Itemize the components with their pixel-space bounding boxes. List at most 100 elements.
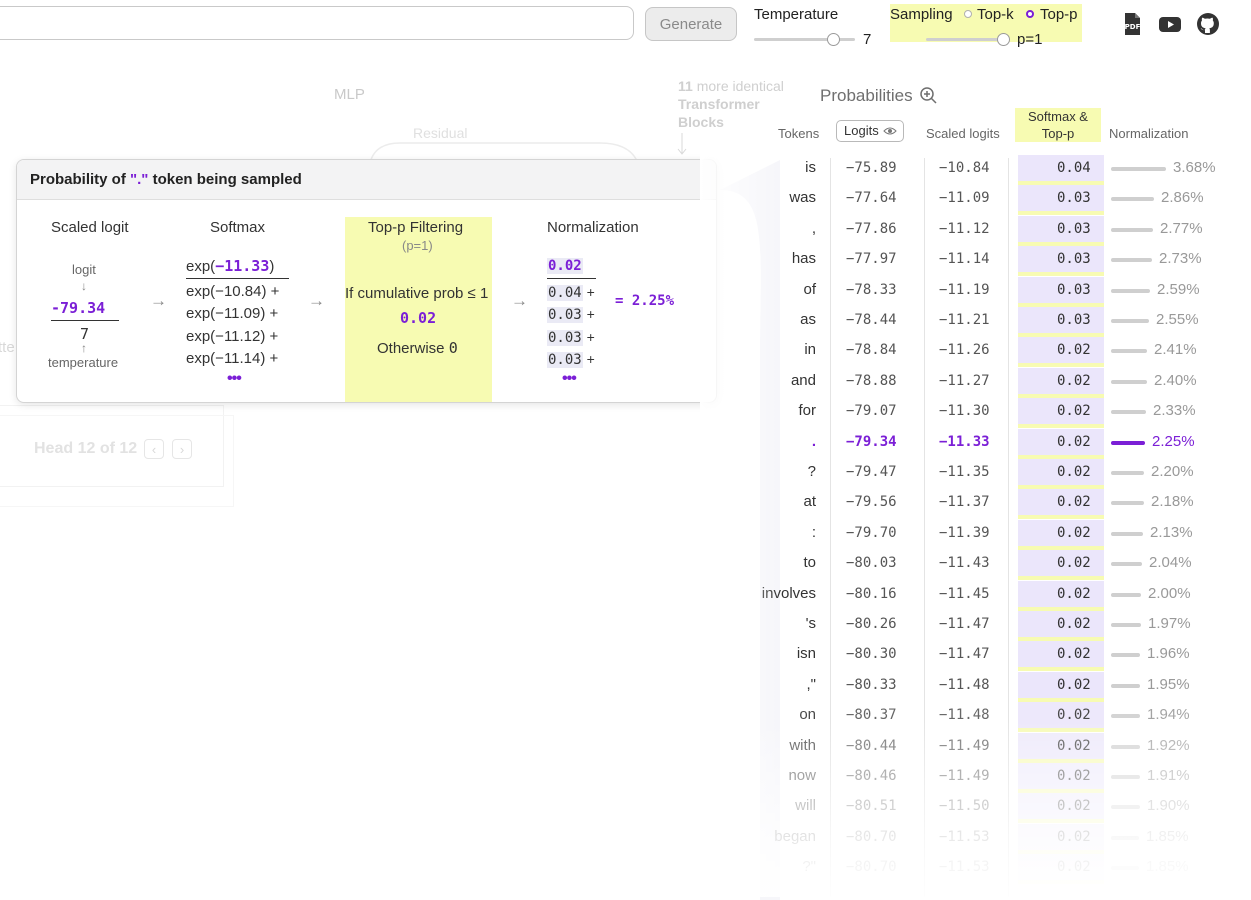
probability-row[interactable]: 's −80.26 −11.47 0.02 1.97% — [700, 611, 1240, 641]
temperature-label: temperature — [48, 355, 119, 370]
probability-percent: 3.68% — [1173, 159, 1216, 176]
token-cell: for — [798, 402, 816, 420]
sampling-label: Sampling — [890, 6, 953, 23]
token-cell: ," — [806, 675, 817, 693]
probability-percent: 2.86% — [1161, 189, 1204, 207]
topp-label[interactable]: Top-p — [1040, 6, 1078, 23]
eye-icon — [883, 127, 897, 135]
token-cell: . — [811, 432, 816, 450]
topk-radio[interactable] — [964, 10, 972, 18]
probability-row[interactable]: at −79.56 −11.37 0.02 2.18% — [700, 489, 1240, 520]
scaled-logit-cell: −11.30 — [939, 403, 990, 420]
scaled-logit-cell: −11.45 — [939, 585, 990, 602]
probability-row[interactable]: will −80.51 −11.50 0.02 1.90% — [700, 793, 1240, 824]
softmax-value: 0.02 — [1057, 676, 1091, 693]
softmax-cell: 0.02 — [1018, 519, 1104, 550]
token-cell: 's — [805, 615, 816, 632]
probability-row[interactable]: : −79.70 −11.39 0.02 2.13% — [700, 519, 1240, 550]
pdf-icon[interactable]: PDF — [1120, 12, 1144, 36]
probability-row[interactable]: , −77.86 −11.12 0.03 2.77% — [700, 215, 1240, 246]
probability-row[interactable]: ?" −80.70 −11.53 0.02 1.85% — [700, 854, 1240, 885]
token-cell: with — [789, 736, 816, 754]
softmax-cell: 0.02 — [1018, 367, 1104, 398]
softmax-cell: 0.02 — [1018, 459, 1104, 489]
probability-row[interactable]: was −77.64 −11.09 0.03 2.86% — [700, 185, 1240, 216]
probability-row[interactable]: to −80.03 −11.43 0.02 2.04% — [700, 550, 1240, 581]
probability-row[interactable]: with −80.44 −11.49 0.02 1.92% — [700, 732, 1240, 763]
topp-title: Top-p Filtering — [368, 219, 464, 236]
probability-row[interactable]: began −80.70 −11.53 0.02 1.85% — [700, 823, 1240, 854]
probability-percent: 2.77% — [1160, 219, 1203, 237]
probability-bar — [1111, 592, 1141, 597]
softmax-value: 0.02 — [1057, 585, 1091, 602]
probability-percent: 2.25% — [1152, 432, 1195, 450]
softmax-header: Softmax & Top-p — [1015, 108, 1101, 142]
normalization-header: Normalization — [1109, 126, 1189, 141]
norm-term: 0.04 + — [547, 284, 595, 301]
logits-toggle[interactable]: Logits — [836, 120, 904, 142]
probability-bar — [1111, 835, 1139, 840]
probability-row[interactable]: of −78.33 −11.19 0.03 2.59% — [700, 276, 1240, 307]
probability-bar — [1111, 319, 1149, 323]
blocks-text-2: Transformer — [678, 96, 760, 112]
softmax-cell: 0.03 — [1018, 307, 1104, 337]
topk-label[interactable]: Top-k — [977, 6, 1014, 23]
probability-row[interactable]: involves −80.16 −11.45 0.02 2.00% — [700, 580, 1240, 611]
token-cell: at — [803, 493, 816, 511]
probability-percent: 2.55% — [1156, 311, 1199, 328]
logit-cell: −80.30 — [846, 646, 897, 663]
probability-row[interactable]: has −77.97 −11.14 0.03 2.73% — [700, 246, 1240, 277]
probability-row[interactable]: as −78.44 −11.21 0.03 2.55% — [700, 307, 1240, 337]
topp-slider-thumb[interactable] — [997, 33, 1010, 46]
scaled-logit-cell: −11.49 — [939, 768, 990, 784]
probability-row[interactable]: . −79.34 −11.33 0.02 2.25% — [700, 428, 1240, 459]
topp-otherwise-value: 0 — [448, 339, 458, 357]
token-cell: now — [788, 767, 816, 784]
probability-row[interactable]: ? −79.47 −11.35 0.02 2.20% — [700, 459, 1240, 489]
softmax-value: 0.02 — [1057, 616, 1091, 632]
temperature-slider-thumb[interactable] — [827, 33, 840, 46]
generate-button[interactable]: Generate — [645, 7, 737, 41]
normalization-title: Normalization — [547, 219, 639, 236]
probability-row[interactable]: for −79.07 −11.30 0.02 2.33% — [700, 398, 1240, 429]
probability-row[interactable]: now −80.46 −11.49 0.02 1.91% — [700, 763, 1240, 793]
scaled-logit-cell: −11.09 — [939, 190, 990, 207]
token-cell: , — [811, 219, 816, 237]
logit-cell: −79.56 — [846, 494, 897, 511]
logit-cell: −80.33 — [846, 676, 897, 693]
probability-row[interactable]: isn −80.30 −11.47 0.02 1.96% — [700, 641, 1240, 672]
softmax-value: 0.02 — [1057, 859, 1091, 876]
token-cell: began — [774, 827, 816, 845]
logit-cell: −77.64 — [846, 190, 897, 207]
probability-bar — [1111, 744, 1140, 749]
norm-term: 0.03 + — [547, 329, 595, 346]
youtube-icon[interactable] — [1158, 12, 1182, 36]
probability-bar — [1111, 410, 1146, 415]
softmax-value: 0.03 — [1057, 281, 1091, 298]
softmax-cell: 0.02 — [1018, 611, 1104, 641]
topp-otherwise-label: Otherwise — [377, 340, 445, 357]
softmax-value: 0.03 — [1057, 312, 1091, 328]
head-next-button[interactable]: › — [172, 439, 192, 459]
down-arrow-icon — [677, 133, 687, 155]
topp-radio[interactable] — [1026, 10, 1034, 18]
probability-row[interactable]: ," −80.33 −11.48 0.02 1.95% — [700, 671, 1240, 702]
zoom-in-icon[interactable] — [919, 86, 939, 106]
github-icon[interactable] — [1196, 12, 1220, 36]
probability-row[interactable]: and −78.88 −11.27 0.02 2.40% — [700, 367, 1240, 398]
probability-row[interactable]: in −78.84 −11.26 0.02 2.41% — [700, 337, 1240, 368]
softmax-cell: 0.03 — [1018, 246, 1104, 277]
probability-percent: 1.85% — [1146, 858, 1189, 876]
probability-row[interactable]: is −75.89 −10.84 0.04 3.68% — [700, 155, 1240, 185]
topp-subtitle: (p=1) — [402, 238, 433, 253]
prompt-input[interactable] — [0, 6, 634, 40]
scaled-logit-cell: −11.27 — [939, 372, 990, 389]
probability-row[interactable]: on −80.37 −11.48 0.02 1.94% — [700, 702, 1240, 733]
logit-cell: −78.44 — [846, 312, 897, 328]
scaled-logit-cell: −11.35 — [939, 464, 990, 480]
scaled-logit-cell: −11.26 — [939, 342, 990, 359]
head-prev-button[interactable]: ‹ — [144, 439, 164, 459]
softmax-value: 0.02 — [1057, 524, 1091, 541]
softmax-cell: 0.02 — [1018, 793, 1104, 824]
topp-slider-track[interactable] — [926, 38, 1006, 41]
